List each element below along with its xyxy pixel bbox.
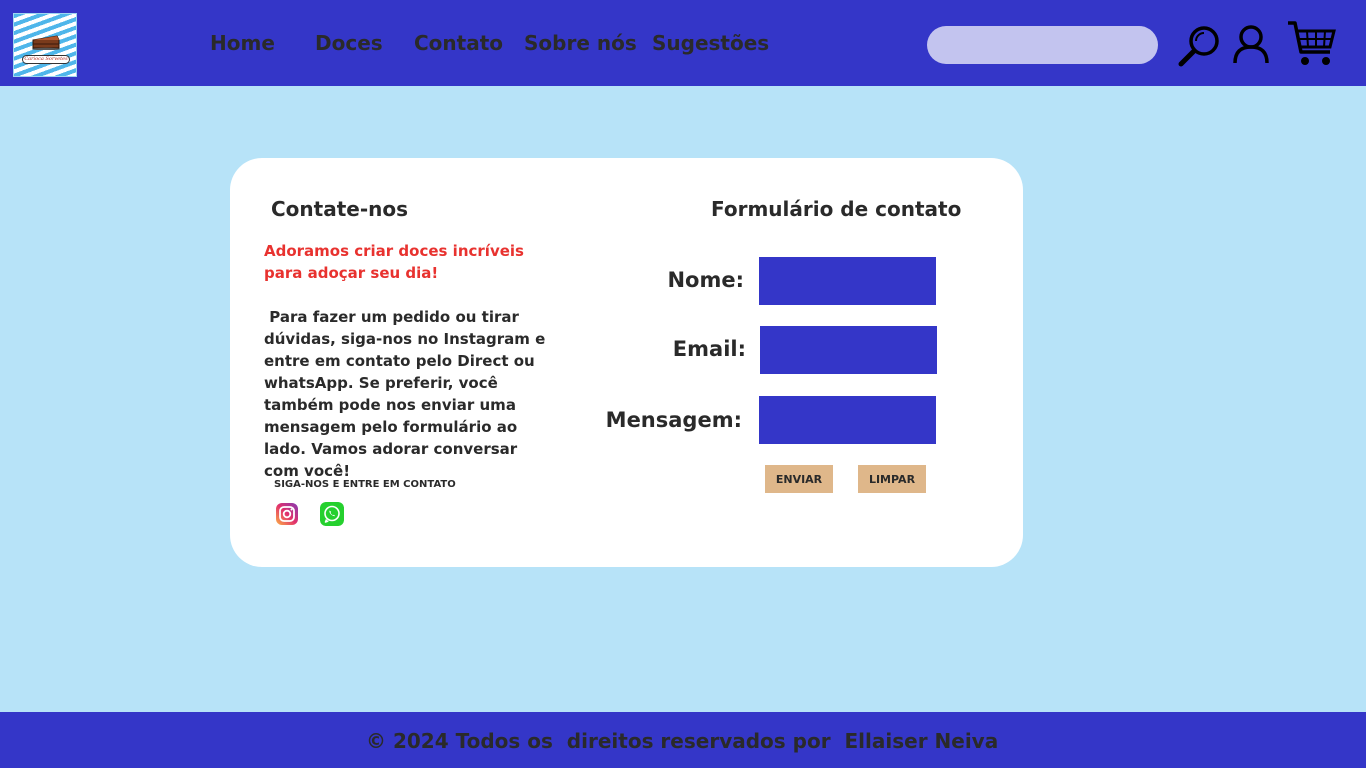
name-label: Nome: bbox=[667, 268, 744, 292]
logo-badge: Carioca Sorvetes bbox=[22, 55, 70, 64]
contact-card: Contate-nos Adoramos criar doces incríve… bbox=[230, 158, 1023, 567]
follow-label: SIGA-NOS E ENTRE EM CONTATO bbox=[274, 479, 456, 490]
email-label: Email: bbox=[672, 337, 746, 361]
nav-doces[interactable]: Doces bbox=[315, 30, 383, 56]
message-field[interactable] bbox=[759, 396, 936, 444]
footer-copyright: © 2024 Todos os direitos reservados por … bbox=[366, 729, 999, 753]
nav-sugestoes[interactable]: Sugestões bbox=[652, 30, 769, 56]
user-icon[interactable] bbox=[1232, 25, 1270, 65]
email-field[interactable] bbox=[760, 326, 937, 374]
message-label: Mensagem: bbox=[605, 408, 742, 432]
instagram-icon[interactable] bbox=[275, 502, 299, 526]
clear-button[interactable]: LIMPAR bbox=[858, 465, 926, 493]
form-title: Formulário de contato bbox=[711, 197, 962, 221]
submit-button[interactable]: ENVIAR bbox=[765, 465, 833, 493]
contact-body: Para fazer um pedido ou tirar dúvidas, s… bbox=[264, 308, 551, 480]
cake-icon bbox=[32, 35, 60, 50]
search-icon[interactable] bbox=[1176, 24, 1222, 68]
search-input[interactable] bbox=[927, 26, 1158, 64]
name-field[interactable] bbox=[759, 257, 936, 305]
contact-title: Contate-nos bbox=[271, 197, 409, 221]
cart-icon[interactable] bbox=[1286, 20, 1338, 68]
nav-sobre-nos[interactable]: Sobre nós bbox=[524, 30, 637, 56]
contact-highlight: Adoramos criar doces incríveis para adoç… bbox=[264, 242, 524, 282]
nav-home[interactable]: Home bbox=[210, 30, 275, 56]
footer: © 2024 Todos os direitos reservados por … bbox=[0, 712, 1366, 768]
whatsapp-icon[interactable] bbox=[320, 502, 344, 526]
logo[interactable]: Carioca Sorvetes bbox=[13, 13, 77, 77]
nav-contato[interactable]: Contato bbox=[414, 30, 503, 56]
header: Carioca Sorvetes Home Doces Contato Sobr… bbox=[0, 0, 1366, 86]
